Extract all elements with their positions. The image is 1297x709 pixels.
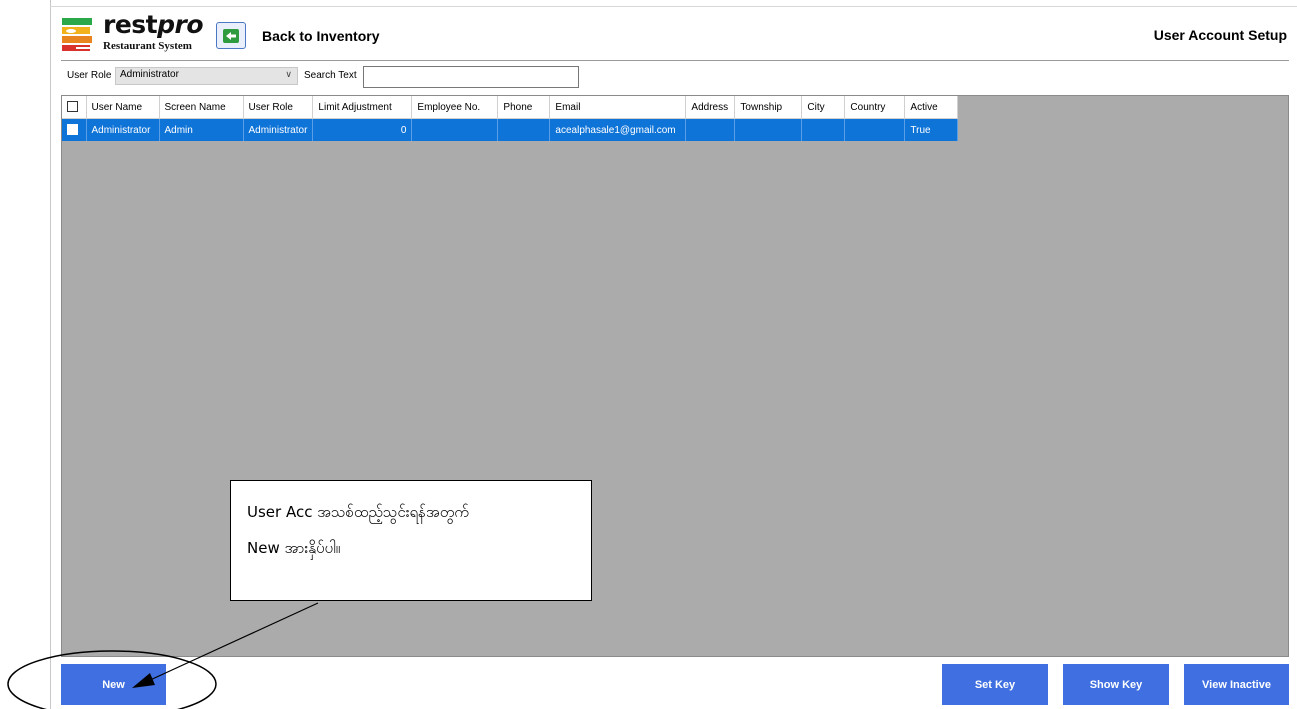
annotation-arrow-head-icon: [132, 673, 155, 688]
annotation-overlay: [7, 602, 319, 709]
annotation-highlight-ellipse: [7, 650, 217, 709]
annotation-arrow-line: [147, 602, 319, 682]
